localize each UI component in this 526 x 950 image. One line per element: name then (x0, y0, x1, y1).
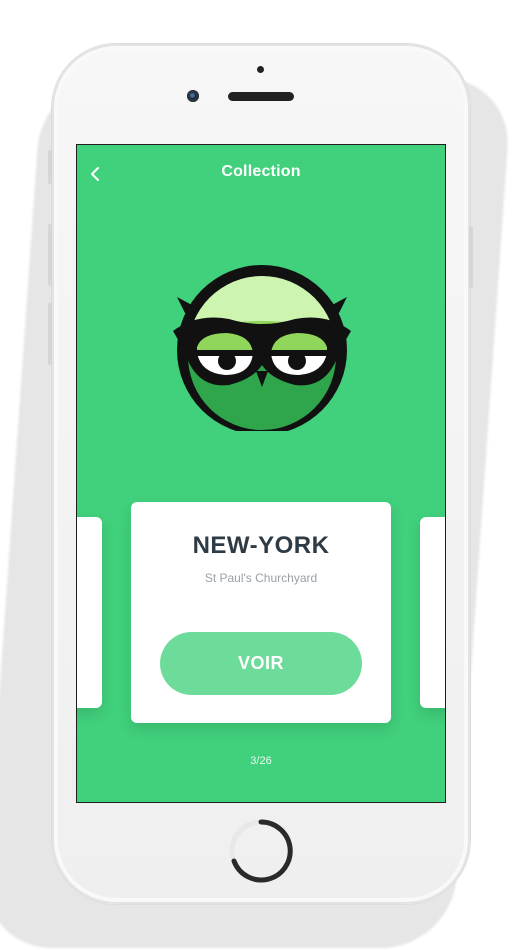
front-camera (187, 90, 199, 102)
card-city-title: NEW-YORK (192, 532, 330, 559)
power-button (469, 226, 473, 288)
volume-up-button (48, 224, 52, 286)
collection-card: NEW-YORK St Paul's Churchyard VOIR (131, 502, 391, 723)
voir-button[interactable]: VOIR (160, 632, 362, 695)
owl-logo (167, 261, 357, 435)
page-title: Collection (221, 163, 301, 180)
home-button[interactable] (228, 818, 294, 884)
next-card[interactable] (420, 517, 445, 708)
app-screen: Collection NEW-YORK St Paul's Churchyard… (77, 145, 445, 802)
proximity-sensor (257, 66, 264, 73)
card-place-subtitle: St Paul's Churchyard (204, 571, 318, 585)
volume-down-button (48, 303, 52, 365)
page-indicator: 3/26 (250, 755, 272, 767)
previous-card[interactable] (77, 517, 102, 708)
home-ring-icon (229, 819, 293, 883)
mute-switch (48, 150, 52, 184)
earpiece-speaker (228, 92, 294, 101)
